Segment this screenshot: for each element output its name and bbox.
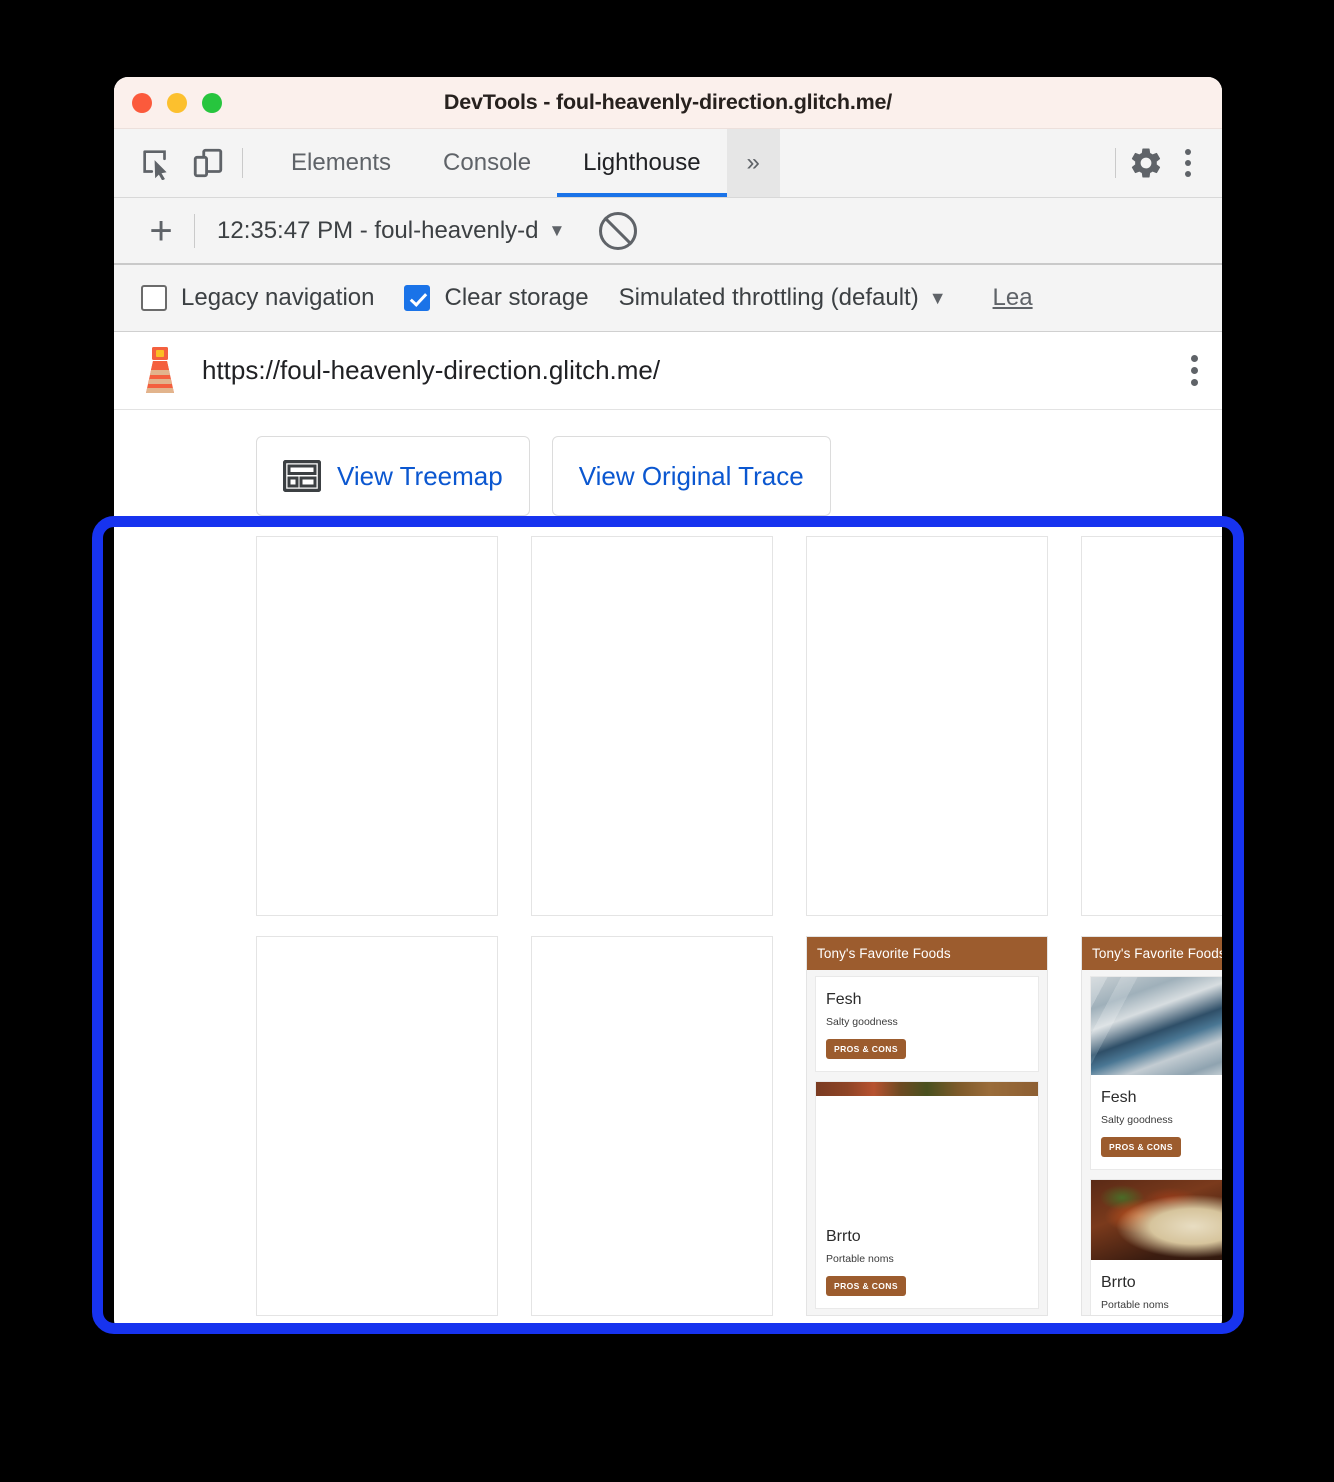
mini-page-body: Fesh Salty goodness PROS & CONS Brrto Po… xyxy=(807,970,1047,1315)
new-report-button[interactable]: + xyxy=(138,211,184,251)
filmstrip-frame-6[interactable] xyxy=(531,936,773,1316)
report-menu-icon[interactable] xyxy=(1191,355,1198,386)
lighthouse-options-row: Legacy navigation Clear storage Simulate… xyxy=(114,265,1222,332)
mini-page-title: Tony's Favorite Foods xyxy=(807,937,1047,970)
mini-card-subtitle: Salty goodness xyxy=(1101,1114,1173,1126)
more-tabs-button[interactable]: » xyxy=(726,129,780,197)
option-clear-storage[interactable]: Clear storage xyxy=(404,284,589,312)
report-actions: View Treemap View Original Trace xyxy=(114,410,1222,516)
view-treemap-button[interactable]: View Treemap xyxy=(256,436,530,516)
report-header: https://foul-heavenly-direction.glitch.m… xyxy=(114,332,1222,410)
mini-card-image-burrito xyxy=(1091,1180,1222,1260)
legacy-navigation-label: Legacy navigation xyxy=(181,284,375,311)
view-original-trace-button[interactable]: View Original Trace xyxy=(551,436,831,516)
lighthouse-icon xyxy=(140,345,180,397)
kebab-menu-icon[interactable] xyxy=(1168,141,1208,185)
gear-icon[interactable] xyxy=(1124,141,1168,185)
report-select-value: 12:35:47 PM - foul-heavenly-d xyxy=(217,216,539,244)
filmstrip-frame-3[interactable] xyxy=(806,536,1048,916)
mini-card-image-placeholder xyxy=(816,1096,1038,1214)
tab-lighthouse[interactable]: Lighthouse xyxy=(557,129,727,197)
mini-card-button[interactable]: PROS & CONS xyxy=(826,1276,906,1296)
mini-card-title: Brrto xyxy=(1101,1274,1136,1291)
minimize-button[interactable] xyxy=(167,92,187,113)
mini-page: Tony's Favorite Foods Fesh Salty goodnes… xyxy=(807,937,1047,1315)
tabstrip-actions xyxy=(1107,141,1222,185)
legacy-navigation-checkbox[interactable] xyxy=(141,285,167,311)
device-toolbar-icon[interactable] xyxy=(182,137,234,189)
report-select[interactable]: 12:35:47 PM - foul-heavenly-d ▼ xyxy=(217,217,565,245)
chevron-down-icon: ▼ xyxy=(928,287,947,308)
mini-card-fesh: Fesh Salty goodness PROS & CONS xyxy=(1090,976,1222,1170)
mini-card-image-fish xyxy=(1091,977,1222,1075)
mini-page: Tony's Favorite Foods Fesh Salty goodnes… xyxy=(1082,937,1222,1315)
clear-storage-label: Clear storage xyxy=(444,284,589,311)
filmstrip-section: Tony's Favorite Foods Fesh Salty goodnes… xyxy=(114,516,1222,1316)
tab-console[interactable]: Console xyxy=(417,129,557,197)
toolbar-divider xyxy=(242,148,243,178)
panel-tabs: Elements Console Lighthouse » xyxy=(265,129,780,197)
option-legacy-navigation[interactable]: Legacy navigation xyxy=(141,284,374,312)
mini-card-subtitle: Portable noms xyxy=(1101,1299,1169,1311)
throttling-label: Simulated throttling (default) xyxy=(618,284,919,311)
mini-card-fesh: Fesh Salty goodness PROS & CONS xyxy=(815,976,1039,1072)
report-url: https://foul-heavenly-direction.glitch.m… xyxy=(202,355,661,385)
actions-divider xyxy=(1115,148,1116,178)
window-title: DevTools - foul-heavenly-direction.glitc… xyxy=(443,90,893,114)
filmstrip-grid: Tony's Favorite Foods Fesh Salty goodnes… xyxy=(114,536,1222,1316)
devtools-window: DevTools - foul-heavenly-direction.glitc… xyxy=(114,77,1222,1330)
mini-card-brrto: Brrto Portable noms xyxy=(1090,1179,1222,1315)
mini-card-title: Fesh xyxy=(826,991,862,1008)
view-treemap-label: View Treemap xyxy=(337,460,503,491)
filmstrip-frame-8[interactable]: Tony's Favorite Foods Fesh Salty goodnes… xyxy=(1081,936,1222,1316)
filmstrip-frame-7[interactable]: Tony's Favorite Foods Fesh Salty goodnes… xyxy=(806,936,1048,1316)
mini-card-brrto: Brrto Portable noms PROS & CONS xyxy=(815,1081,1039,1309)
mini-card-title: Fesh xyxy=(1101,1089,1137,1106)
mini-card-button[interactable]: PROS & CONS xyxy=(826,1039,906,1059)
filmstrip-frame-2[interactable] xyxy=(531,536,773,916)
window-titlebar: DevTools - foul-heavenly-direction.glitc… xyxy=(114,77,1222,129)
learn-more-link[interactable]: Lea xyxy=(993,284,1033,312)
tab-elements[interactable]: Elements xyxy=(265,129,417,197)
option-throttling[interactable]: Simulated throttling (default) ▼ xyxy=(619,284,963,312)
window-controls[interactable] xyxy=(132,92,222,113)
inspect-element-icon[interactable] xyxy=(130,137,182,189)
devtools-tabstrip: Elements Console Lighthouse » xyxy=(114,129,1222,198)
mini-page-title: Tony's Favorite Foods xyxy=(1082,937,1222,970)
screenshot-stage: DevTools - foul-heavenly-direction.glitc… xyxy=(0,0,1334,1482)
filmstrip-frame-5[interactable] xyxy=(256,936,498,1316)
filmstrip-frame-1[interactable] xyxy=(256,536,498,916)
zoom-button[interactable] xyxy=(202,92,222,113)
mini-card-title: Brrto xyxy=(826,1228,861,1245)
clear-storage-checkbox[interactable] xyxy=(404,285,431,311)
close-button[interactable] xyxy=(132,92,152,113)
mini-card-subtitle: Portable noms xyxy=(826,1253,894,1265)
chevron-down-icon: ▼ xyxy=(548,220,566,240)
view-original-trace-label: View Original Trace xyxy=(578,460,804,491)
mini-card-image-partial xyxy=(816,1082,1038,1096)
lighthouse-run-toolbar: + 12:35:47 PM - foul-heavenly-d ▼ xyxy=(114,198,1222,265)
mini-card-button[interactable]: PROS & CONS xyxy=(1101,1137,1181,1157)
filmstrip-frame-4[interactable] xyxy=(1081,536,1222,916)
run-toolbar-divider xyxy=(194,213,195,248)
clear-all-icon[interactable] xyxy=(599,211,638,250)
mini-card-subtitle: Salty goodness xyxy=(826,1016,898,1028)
mini-page-body: Fesh Salty goodness PROS & CONS Brrto Po… xyxy=(1082,970,1222,1315)
treemap-icon xyxy=(283,460,321,492)
